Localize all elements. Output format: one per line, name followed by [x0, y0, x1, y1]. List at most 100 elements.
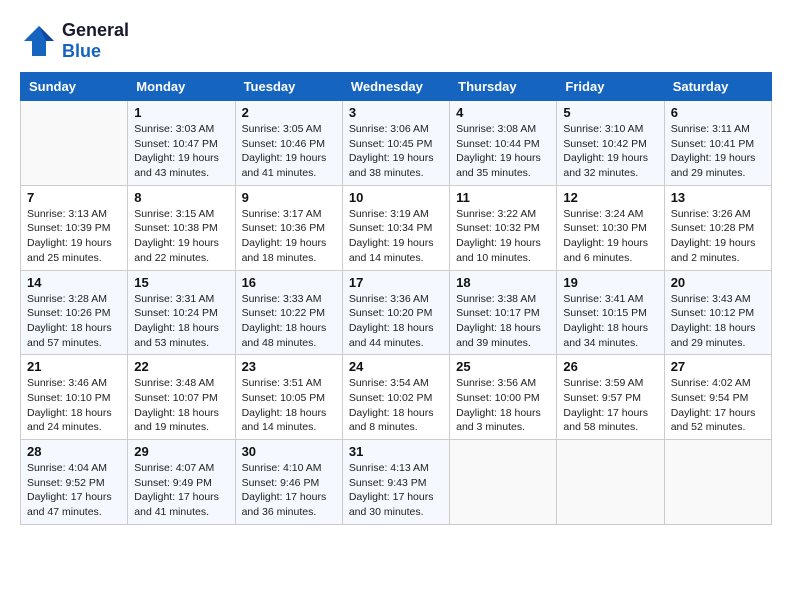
day-info: Sunrise: 3:06 AMSunset: 10:45 PMDaylight… — [349, 122, 443, 181]
day-info: Sunrise: 3:24 AMSunset: 10:30 PMDaylight… — [563, 207, 657, 266]
page-header: General Blue — [20, 20, 772, 62]
day-number: 8 — [134, 190, 228, 205]
day-info: Sunrise: 3:51 AMSunset: 10:05 PMDaylight… — [242, 376, 336, 435]
day-number: 26 — [563, 359, 657, 374]
day-number: 4 — [456, 105, 550, 120]
weekday-header-monday: Monday — [128, 73, 235, 101]
logo-icon — [20, 22, 58, 60]
calendar-week-row: 28 Sunrise: 4:04 AMSunset: 9:52 PMDayligh… — [21, 440, 772, 525]
calendar-week-row: 21 Sunrise: 3:46 AMSunset: 10:10 PMDaylig… — [21, 355, 772, 440]
day-info: Sunrise: 3:08 AMSunset: 10:44 PMDaylight… — [456, 122, 550, 181]
calendar-cell: 31 Sunrise: 4:13 AMSunset: 9:43 PMDayligh… — [342, 440, 449, 525]
calendar-cell: 17 Sunrise: 3:36 AMSunset: 10:20 PMDaylig… — [342, 270, 449, 355]
day-info: Sunrise: 3:03 AMSunset: 10:47 PMDaylight… — [134, 122, 228, 181]
calendar-cell: 25Sunrise: 3:56 AMSunset: 10:00 PMDaylig… — [450, 355, 557, 440]
day-number: 21 — [27, 359, 121, 374]
weekday-header-sunday: Sunday — [21, 73, 128, 101]
calendar-cell: 8 Sunrise: 3:15 AMSunset: 10:38 PMDayligh… — [128, 185, 235, 270]
day-number: 12 — [563, 190, 657, 205]
day-number: 15 — [134, 275, 228, 290]
calendar-cell: 4 Sunrise: 3:08 AMSunset: 10:44 PMDayligh… — [450, 101, 557, 186]
calendar-cell — [664, 440, 771, 525]
calendar-cell: 18 Sunrise: 3:38 AMSunset: 10:17 PMDaylig… — [450, 270, 557, 355]
calendar-cell: 19 Sunrise: 3:41 AMSunset: 10:15 PMDaylig… — [557, 270, 664, 355]
day-info: Sunrise: 3:54 AMSunset: 10:02 PMDaylight… — [349, 376, 443, 435]
calendar-cell: 21 Sunrise: 3:46 AMSunset: 10:10 PMDaylig… — [21, 355, 128, 440]
weekday-header-friday: Friday — [557, 73, 664, 101]
day-info: Sunrise: 3:36 AMSunset: 10:20 PMDaylight… — [349, 292, 443, 351]
day-number: 28 — [27, 444, 121, 459]
day-number: 19 — [563, 275, 657, 290]
calendar-cell: 24 Sunrise: 3:54 AMSunset: 10:02 PMDaylig… — [342, 355, 449, 440]
day-number: 23 — [242, 359, 336, 374]
calendar-cell: 20Sunrise: 3:43 AMSunset: 10:12 PMDaylig… — [664, 270, 771, 355]
day-number: 3 — [349, 105, 443, 120]
day-info: Sunrise: 3:41 AMSunset: 10:15 PMDaylight… — [563, 292, 657, 351]
calendar-cell: 30Sunrise: 4:10 AMSunset: 9:46 PMDayligh… — [235, 440, 342, 525]
day-info: Sunrise: 3:13 AMSunset: 10:39 PMDaylight… — [27, 207, 121, 266]
calendar-cell: 3 Sunrise: 3:06 AMSunset: 10:45 PMDayligh… — [342, 101, 449, 186]
weekday-header-thursday: Thursday — [450, 73, 557, 101]
day-info: Sunrise: 3:46 AMSunset: 10:10 PMDaylight… — [27, 376, 121, 435]
weekday-header-row: SundayMondayTuesdayWednesdayThursdayFrid… — [21, 73, 772, 101]
calendar-cell: 5Sunrise: 3:10 AMSunset: 10:42 PMDayligh… — [557, 101, 664, 186]
calendar-week-row: 1 Sunrise: 3:03 AMSunset: 10:47 PMDayligh… — [21, 101, 772, 186]
day-number: 11 — [456, 190, 550, 205]
day-info: Sunrise: 3:59 AMSunset: 9:57 PMDaylight:… — [563, 376, 657, 435]
day-info: Sunrise: 3:48 AMSunset: 10:07 PMDaylight… — [134, 376, 228, 435]
day-number: 9 — [242, 190, 336, 205]
calendar-cell: 1 Sunrise: 3:03 AMSunset: 10:47 PMDayligh… — [128, 101, 235, 186]
calendar-week-row: 7Sunrise: 3:13 AMSunset: 10:39 PMDayligh… — [21, 185, 772, 270]
calendar-cell: 27 Sunrise: 4:02 AMSunset: 9:54 PMDayligh… — [664, 355, 771, 440]
day-number: 18 — [456, 275, 550, 290]
calendar-cell: 11 Sunrise: 3:22 AMSunset: 10:32 PMDaylig… — [450, 185, 557, 270]
calendar-table: SundayMondayTuesdayWednesdayThursdayFrid… — [20, 72, 772, 525]
day-number: 2 — [242, 105, 336, 120]
calendar-cell: 15 Sunrise: 3:31 AMSunset: 10:24 PMDaylig… — [128, 270, 235, 355]
calendar-week-row: 14Sunrise: 3:28 AMSunset: 10:26 PMDaylig… — [21, 270, 772, 355]
day-info: Sunrise: 4:07 AMSunset: 9:49 PMDaylight:… — [134, 461, 228, 520]
day-number: 29 — [134, 444, 228, 459]
calendar-cell: 28 Sunrise: 4:04 AMSunset: 9:52 PMDayligh… — [21, 440, 128, 525]
day-info: Sunrise: 3:15 AMSunset: 10:38 PMDaylight… — [134, 207, 228, 266]
day-number: 16 — [242, 275, 336, 290]
day-info: Sunrise: 3:31 AMSunset: 10:24 PMDaylight… — [134, 292, 228, 351]
day-number: 31 — [349, 444, 443, 459]
calendar-cell: 13Sunrise: 3:26 AMSunset: 10:28 PMDaylig… — [664, 185, 771, 270]
logo-text-block: General Blue — [62, 20, 129, 62]
logo-general: General — [62, 20, 129, 41]
day-number: 6 — [671, 105, 765, 120]
day-info: Sunrise: 4:04 AMSunset: 9:52 PMDaylight:… — [27, 461, 121, 520]
day-number: 5 — [563, 105, 657, 120]
calendar-cell: 7Sunrise: 3:13 AMSunset: 10:39 PMDayligh… — [21, 185, 128, 270]
day-info: Sunrise: 3:43 AMSunset: 10:12 PMDaylight… — [671, 292, 765, 351]
calendar-cell — [557, 440, 664, 525]
day-number: 22 — [134, 359, 228, 374]
day-info: Sunrise: 4:02 AMSunset: 9:54 PMDaylight:… — [671, 376, 765, 435]
day-info: Sunrise: 3:38 AMSunset: 10:17 PMDaylight… — [456, 292, 550, 351]
calendar-cell: 29 Sunrise: 4:07 AMSunset: 9:49 PMDayligh… — [128, 440, 235, 525]
day-number: 17 — [349, 275, 443, 290]
day-number: 30 — [242, 444, 336, 459]
day-info: Sunrise: 4:13 AMSunset: 9:43 PMDaylight:… — [349, 461, 443, 520]
calendar-cell: 14Sunrise: 3:28 AMSunset: 10:26 PMDaylig… — [21, 270, 128, 355]
day-info: Sunrise: 3:28 AMSunset: 10:26 PMDaylight… — [27, 292, 121, 351]
day-number: 13 — [671, 190, 765, 205]
calendar-cell: 26 Sunrise: 3:59 AMSunset: 9:57 PMDayligh… — [557, 355, 664, 440]
logo: General Blue — [20, 20, 129, 62]
weekday-header-tuesday: Tuesday — [235, 73, 342, 101]
day-info: Sunrise: 3:56 AMSunset: 10:00 PMDaylight… — [456, 376, 550, 435]
calendar-cell: 6 Sunrise: 3:11 AMSunset: 10:41 PMDayligh… — [664, 101, 771, 186]
day-number: 27 — [671, 359, 765, 374]
day-number: 10 — [349, 190, 443, 205]
day-info: Sunrise: 3:11 AMSunset: 10:41 PMDaylight… — [671, 122, 765, 181]
calendar-cell — [21, 101, 128, 186]
logo-blue: Blue — [62, 41, 129, 62]
day-number: 24 — [349, 359, 443, 374]
day-info: Sunrise: 3:05 AMSunset: 10:46 PMDaylight… — [242, 122, 336, 181]
day-number: 1 — [134, 105, 228, 120]
calendar-cell — [450, 440, 557, 525]
calendar-cell: 10Sunrise: 3:19 AMSunset: 10:34 PMDaylig… — [342, 185, 449, 270]
calendar-cell: 12 Sunrise: 3:24 AMSunset: 10:30 PMDaylig… — [557, 185, 664, 270]
day-info: Sunrise: 3:22 AMSunset: 10:32 PMDaylight… — [456, 207, 550, 266]
